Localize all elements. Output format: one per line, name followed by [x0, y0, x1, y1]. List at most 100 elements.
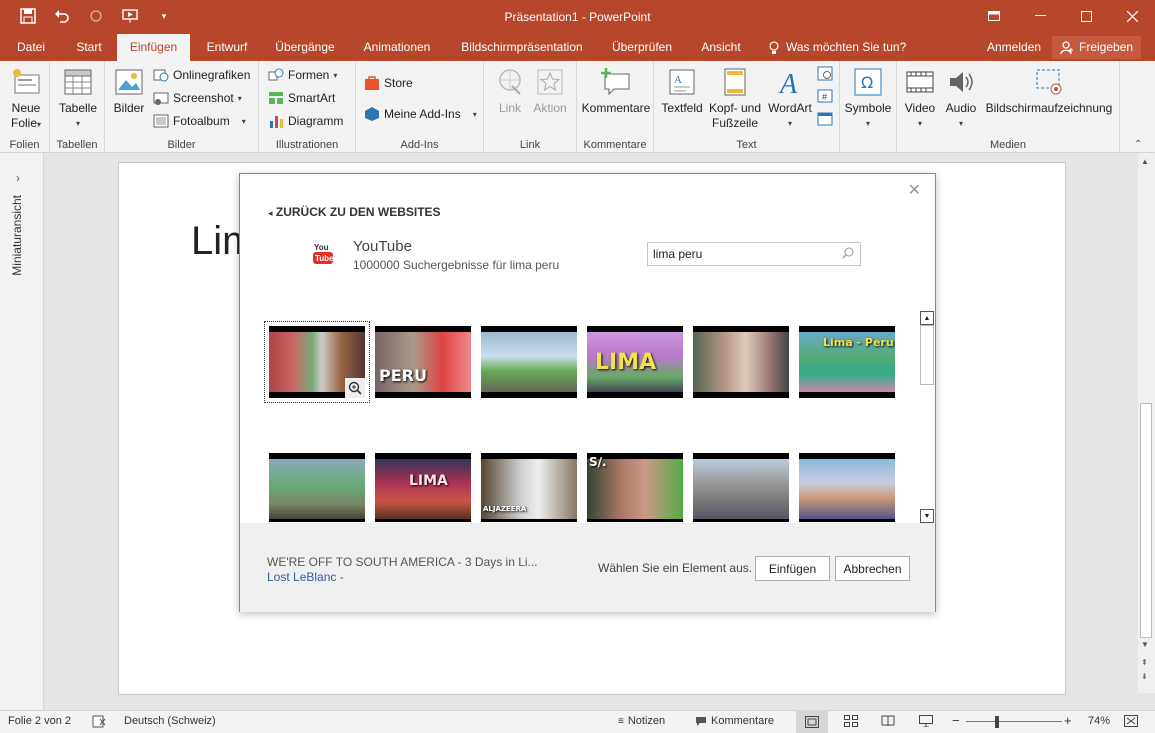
- video-thumbnail[interactable]: ALJAZEERA: [481, 453, 577, 522]
- results-scroll-thumb[interactable]: [920, 325, 934, 385]
- close-icon[interactable]: [1109, 0, 1155, 32]
- my-addins-caret: ▾: [472, 109, 477, 119]
- photo-album-button[interactable]: Fotoalbum ▾: [153, 111, 246, 131]
- tab-review[interactable]: Überprüfen: [602, 34, 682, 61]
- pictures-button[interactable]: Bilder: [112, 65, 146, 116]
- collapse-ribbon-icon[interactable]: ⌃: [1134, 139, 1142, 150]
- video-thumbnail[interactable]: Lima - Peru: [799, 326, 895, 398]
- tell-me-box[interactable]: Was möchten Sie tun?: [768, 34, 906, 61]
- new-slide-button[interactable]: Neue Folie▾: [8, 65, 44, 132]
- tab-slideshow[interactable]: Bildschirmpräsentation: [452, 34, 592, 61]
- video-thumbnail[interactable]: [693, 453, 789, 522]
- normal-view-icon[interactable]: [796, 711, 828, 733]
- scroll-thumb[interactable]: [1140, 403, 1152, 638]
- wordart-button[interactable]: A WordArt ▾: [766, 65, 814, 131]
- video-thumbnail[interactable]: [693, 326, 789, 398]
- tab-insert[interactable]: Einfügen: [117, 34, 190, 61]
- comment-icon: [600, 65, 632, 99]
- slide-counter[interactable]: Folie 2 von 2: [8, 715, 71, 727]
- back-to-sites-link[interactable]: ◂ ZURÜCK ZU DEN WEBSITES: [268, 205, 441, 219]
- selected-video-author-link[interactable]: Lost LeBlanc -: [267, 570, 344, 584]
- zoom-preview-icon[interactable]: [345, 378, 365, 398]
- cancel-button[interactable]: Abbrechen: [835, 556, 910, 581]
- notes-button[interactable]: ≡ Notizen: [618, 715, 665, 727]
- results-scrollbar[interactable]: ▲ ▼: [919, 311, 935, 523]
- audio-button[interactable]: Audio ▾: [942, 65, 980, 131]
- video-label: Video: [904, 101, 936, 115]
- zoom-in-icon[interactable]: +: [1064, 713, 1072, 728]
- store-icon: [365, 76, 379, 90]
- scroll-up-icon[interactable]: ▲: [1141, 157, 1149, 166]
- table-button[interactable]: Tabelle ▾: [56, 65, 100, 131]
- comment-label: Kommentare: [581, 101, 651, 115]
- symbols-button[interactable]: Ω Symbole ▾: [844, 65, 892, 131]
- tab-home[interactable]: Start: [66, 34, 112, 61]
- video-button[interactable]: Video ▾: [903, 65, 937, 131]
- dialog-close-icon[interactable]: ✕: [908, 180, 921, 200]
- zoom-slider[interactable]: [966, 721, 1062, 722]
- slideshow-view-icon[interactable]: [919, 715, 933, 730]
- spellcheck-icon[interactable]: [92, 715, 106, 731]
- action-button[interactable]: Aktion: [532, 65, 568, 116]
- tab-transitions[interactable]: Übergänge: [268, 34, 342, 61]
- comments-button[interactable]: Kommentare: [695, 715, 774, 727]
- header-footer-icon: [719, 65, 751, 99]
- smartart-button[interactable]: SmartArt: [268, 88, 335, 108]
- object-icon[interactable]: [817, 111, 833, 127]
- date-time-icon[interactable]: [817, 65, 833, 81]
- new-slide-icon: [10, 65, 42, 99]
- header-footer-button[interactable]: Kopf- und Fußzeile: [706, 65, 764, 131]
- search-input[interactable]: [648, 243, 828, 265]
- zoom-level[interactable]: 74%: [1088, 715, 1110, 727]
- insert-button[interactable]: Einfügen: [755, 556, 830, 581]
- tab-design[interactable]: Entwurf: [196, 34, 258, 61]
- store-button[interactable]: Store: [364, 73, 413, 93]
- video-thumbnail[interactable]: [269, 453, 365, 522]
- zoom-out-icon[interactable]: −: [952, 713, 960, 728]
- comment-button[interactable]: Kommentare: [581, 65, 651, 116]
- thumbnail-pane[interactable]: › Miniaturansicht: [0, 153, 44, 710]
- next-slide-icon[interactable]: ⇟: [1141, 672, 1148, 681]
- online-pictures-icon: [153, 69, 169, 82]
- chart-button[interactable]: Diagramm: [268, 111, 343, 131]
- minimize-icon[interactable]: [1017, 0, 1063, 32]
- fit-to-window-icon[interactable]: [1124, 715, 1138, 730]
- tab-animations[interactable]: Animationen: [354, 34, 440, 61]
- photo-album-label: Fotoalbum: [173, 114, 230, 128]
- video-thumbnail[interactable]: [481, 326, 577, 398]
- video-thumbnail[interactable]: [799, 453, 895, 522]
- expand-thumbnails-icon[interactable]: ›: [16, 171, 20, 185]
- slide-scrollbar[interactable]: ▲ ▼ ⇞ ⇟: [1138, 153, 1155, 693]
- scroll-down-icon[interactable]: ▼: [1141, 640, 1149, 649]
- video-thumbnail[interactable]: LIMA: [587, 326, 683, 398]
- my-addins-button[interactable]: Meine Add-Ins ▾: [364, 104, 477, 124]
- shapes-button[interactable]: Formen ▾: [268, 65, 337, 85]
- results-scroll-down-icon[interactable]: ▼: [920, 509, 934, 523]
- online-pictures-button[interactable]: Onlinegrafiken: [153, 65, 250, 85]
- search-icon[interactable]: [842, 247, 854, 259]
- search-field[interactable]: [647, 242, 861, 266]
- language-indicator[interactable]: Deutsch (Schweiz): [124, 715, 216, 727]
- tab-view[interactable]: Ansicht: [692, 34, 750, 61]
- video-thumbnail[interactable]: PERU: [375, 326, 471, 398]
- previous-slide-icon[interactable]: ⇞: [1141, 658, 1148, 667]
- wordart-label: WordArt: [768, 101, 812, 115]
- textbox-button[interactable]: A Textfeld: [660, 65, 704, 116]
- zoom-slider-thumb[interactable]: [995, 716, 999, 728]
- video-thumbnail[interactable]: LIMA: [375, 453, 471, 522]
- screen-recording-button[interactable]: Bildschirmaufzeichnung: [985, 65, 1113, 116]
- video-thumbnail[interactable]: S/.: [587, 453, 683, 522]
- link-button[interactable]: Link: [494, 65, 526, 116]
- share-button[interactable]: Freigeben: [1052, 36, 1142, 59]
- sign-in-link[interactable]: Anmelden: [987, 34, 1041, 61]
- ribbon-display-icon[interactable]: [971, 0, 1017, 32]
- slide-number-icon[interactable]: #: [817, 88, 833, 104]
- maximize-icon[interactable]: [1063, 0, 1109, 32]
- video-thumbnail[interactable]: [264, 321, 370, 403]
- svg-text:A: A: [778, 69, 798, 97]
- screenshot-button[interactable]: Screenshot ▾: [153, 88, 242, 108]
- results-scroll-up-icon[interactable]: ▲: [920, 311, 934, 325]
- reading-view-icon[interactable]: [881, 715, 895, 730]
- tab-file[interactable]: Datei: [0, 34, 62, 61]
- slide-sorter-icon[interactable]: [844, 715, 858, 730]
